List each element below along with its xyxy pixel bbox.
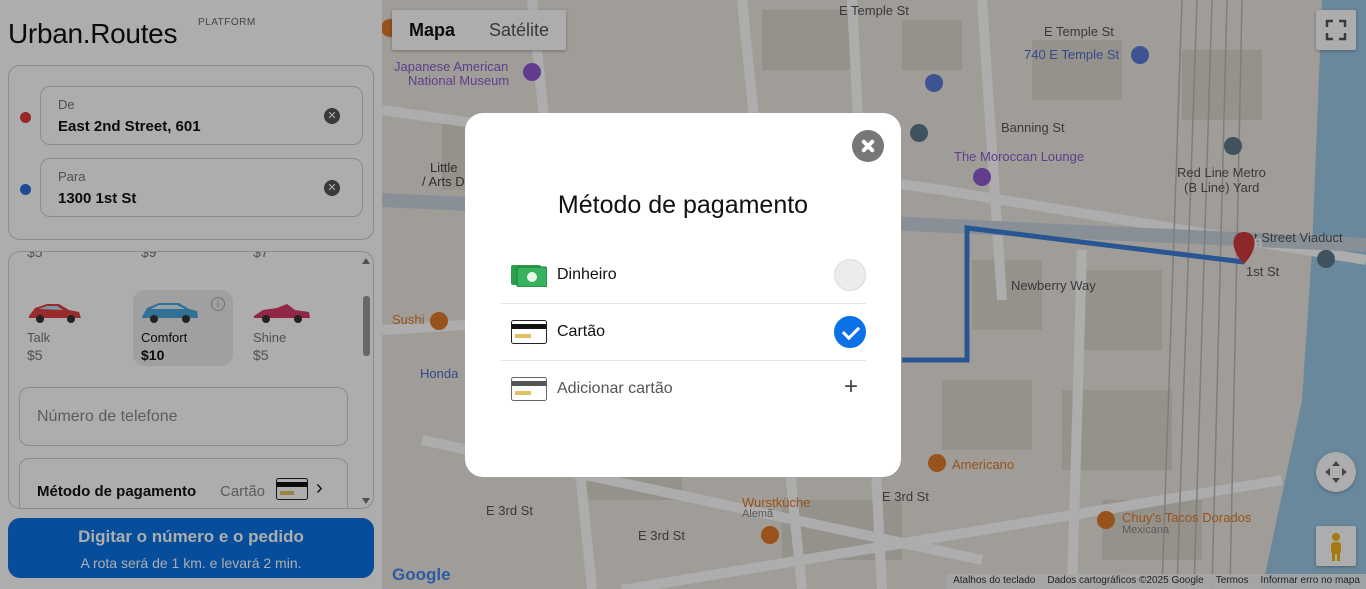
payment-radio-cash[interactable] — [834, 259, 866, 291]
payment-radio-card[interactable] — [834, 316, 866, 348]
payment-option-label: Dinheiro — [557, 266, 617, 283]
payment-method-modal: Método de pagamento Dinheiro Cartão Adic… — [465, 113, 901, 477]
card-icon — [511, 320, 547, 344]
add-card-label: Adicionar cartão — [557, 380, 673, 397]
payment-option-card[interactable]: Cartão — [501, 304, 866, 361]
plus-icon[interactable]: + — [844, 375, 858, 399]
modal-title: Método de pagamento — [557, 191, 809, 219]
card-icon — [511, 377, 547, 401]
add-card-row[interactable]: Adicionar cartão + — [501, 361, 866, 418]
payment-option-label: Cartão — [557, 323, 606, 340]
cash-icon — [511, 265, 547, 287]
close-icon[interactable] — [852, 130, 884, 162]
payment-option-cash[interactable]: Dinheiro — [501, 247, 866, 304]
